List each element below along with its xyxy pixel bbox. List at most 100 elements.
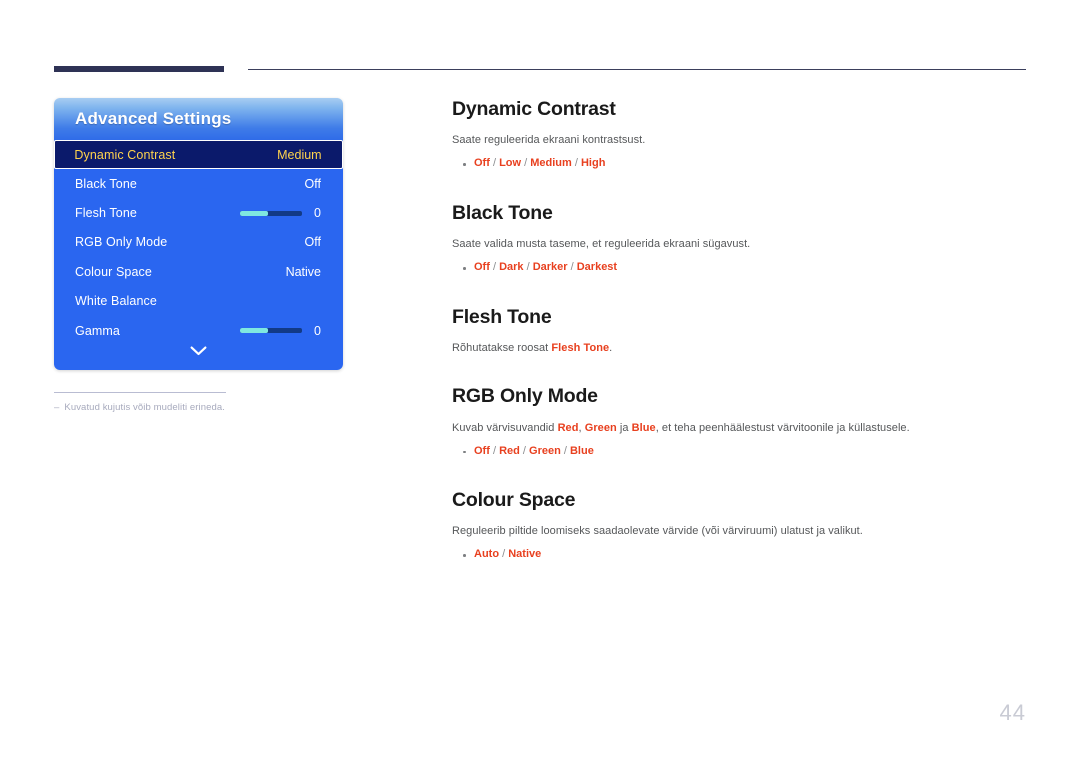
osd-row-rgb-only-mode[interactable]: RGB Only Mode Off bbox=[54, 228, 343, 257]
osd-row-control: 0 bbox=[240, 324, 321, 338]
description-text: Saate reguleerida ekraani kontrastsust. bbox=[452, 134, 646, 147]
section-description: Reguleerib piltide loomiseks saadaolevat… bbox=[452, 524, 1032, 540]
page-header-rules bbox=[0, 0, 1080, 80]
osd-row-label: White Balance bbox=[75, 294, 157, 309]
option-separator: / bbox=[519, 444, 530, 457]
osd-slider-value: 0 bbox=[314, 206, 321, 221]
option-value: Green bbox=[529, 444, 561, 457]
description-text: Reguleerib piltide loomiseks saadaolevat… bbox=[452, 525, 863, 538]
option-list-item: Off / Dark / Darker / Darkest bbox=[452, 259, 1032, 277]
option-separator: / bbox=[567, 261, 577, 274]
section-description: Rõhutatakse roosat Flesh Tone. bbox=[452, 341, 1032, 357]
footnote: – Kuvatud kujutis võib mudeliti erineda. bbox=[54, 392, 354, 413]
osd-slider-fill bbox=[240, 210, 268, 216]
section-heading: Colour Space bbox=[452, 489, 576, 512]
section-heading: Flesh Tone bbox=[452, 305, 552, 328]
option-value: Off bbox=[474, 261, 490, 274]
osd-row-control: 0 bbox=[240, 206, 321, 220]
option-value: Low bbox=[499, 157, 522, 170]
option-separator: / bbox=[560, 444, 570, 457]
footnote-label: Kuvatud kujutis võib mudeliti erineda. bbox=[64, 402, 226, 413]
osd-row-label: Gamma bbox=[75, 323, 120, 338]
footnote-divider bbox=[54, 392, 226, 393]
option-separator: / bbox=[571, 157, 581, 170]
description-text: . bbox=[609, 342, 613, 355]
osd-row-flesh-tone[interactable]: Flesh Tone 0 bbox=[54, 198, 343, 227]
osd-slider-value: 0 bbox=[314, 323, 321, 338]
section-description: Kuvab värvisuvandid Red, Green ja Blue, … bbox=[452, 421, 1032, 437]
description-highlight: Green bbox=[584, 421, 617, 434]
content-column: Dynamic Contrast Saate reguleerida ekraan… bbox=[452, 98, 1032, 564]
description-text: , et teha peenhäälestust värvitoonile ja… bbox=[655, 421, 910, 434]
option-separator: / bbox=[489, 157, 500, 170]
osd-row-value: Native bbox=[285, 264, 321, 279]
option-separator: / bbox=[523, 261, 533, 274]
footnote-dash: – bbox=[54, 402, 60, 413]
option-list-item: Auto / Native bbox=[452, 546, 1032, 564]
osd-row-value: Off bbox=[304, 235, 321, 250]
option-value: Dark bbox=[499, 261, 524, 274]
option-value: Red bbox=[499, 444, 520, 457]
option-list-item: Off / Low / Medium / High bbox=[452, 155, 1032, 173]
osd-row-gamma[interactable]: Gamma 0 bbox=[54, 316, 343, 345]
chevron-down-icon[interactable] bbox=[54, 344, 343, 360]
option-value: Off bbox=[474, 444, 490, 457]
page-number: 44 bbox=[999, 700, 1026, 725]
section-description: Saate reguleerida ekraani kontrastsust. bbox=[452, 133, 1032, 149]
option-value: Darker bbox=[532, 261, 568, 274]
description-text: Rõhutatakse roosat bbox=[452, 342, 552, 355]
option-list: Off / Red / Green / Blue bbox=[452, 443, 1032, 461]
section-heading: Dynamic Contrast bbox=[452, 98, 616, 120]
option-value: Darkest bbox=[576, 261, 618, 274]
description-highlight: Red bbox=[557, 421, 579, 434]
osd-slider[interactable] bbox=[240, 328, 302, 334]
osd-advanced-settings-panel: Advanced Settings Dynamic Contrast Medium… bbox=[54, 98, 343, 370]
section-colour-space: Colour Space Reguleerib piltide loomiseks… bbox=[452, 489, 1032, 564]
osd-menu-list: Dynamic Contrast Medium Black Tone Off Flesh… bbox=[54, 140, 343, 345]
section-dynamic-contrast: Dynamic Contrast Saate reguleerida ekraan… bbox=[452, 98, 1032, 173]
osd-row-value: Medium bbox=[277, 147, 322, 162]
option-list-item: Off / Red / Green / Blue bbox=[452, 443, 1032, 461]
header-accent-bar bbox=[54, 66, 224, 72]
section-flesh-tone: Flesh Tone Rõhutatakse roosat Flesh Tone. bbox=[452, 306, 1032, 357]
option-list: Off / Low / Medium / High bbox=[452, 155, 1032, 173]
option-separator: / bbox=[489, 444, 500, 457]
description-highlight: Blue bbox=[631, 421, 656, 434]
osd-slider[interactable] bbox=[240, 210, 302, 216]
osd-row-value: Off bbox=[304, 176, 321, 191]
osd-row-label: RGB Only Mode bbox=[75, 235, 168, 250]
description-highlight: Flesh Tone bbox=[551, 342, 610, 355]
option-value: Auto bbox=[474, 548, 500, 561]
osd-row-black-tone[interactable]: Black Tone Off bbox=[54, 169, 343, 198]
osd-slider-fill bbox=[240, 328, 268, 334]
option-separator: / bbox=[489, 261, 500, 274]
description-text: Saate valida musta taseme, et reguleerid… bbox=[452, 238, 751, 251]
osd-row-label: Dynamic Contrast bbox=[74, 147, 176, 162]
section-heading: RGB Only Mode bbox=[452, 385, 598, 408]
option-separator: / bbox=[499, 548, 509, 561]
option-value: Native bbox=[508, 548, 542, 561]
osd-panel-title: Advanced Settings bbox=[75, 109, 232, 128]
osd-row-colour-space[interactable]: Colour Space Native bbox=[54, 257, 343, 286]
osd-row-label: Black Tone bbox=[75, 176, 137, 191]
section-heading: Black Tone bbox=[452, 201, 553, 224]
osd-row-label: Colour Space bbox=[75, 264, 152, 279]
section-rgb-only-mode: RGB Only Mode Kuvab värvisuvandid Red, Gr… bbox=[452, 385, 1032, 460]
option-value: Off bbox=[474, 157, 490, 170]
footnote-row: – Kuvatud kujutis võib mudeliti erineda. bbox=[54, 402, 354, 413]
osd-row-label: Flesh Tone bbox=[75, 206, 137, 221]
osd-row-dynamic-contrast[interactable]: Dynamic Contrast Medium bbox=[54, 140, 343, 169]
option-list: Auto / Native bbox=[452, 546, 1032, 564]
osd-row-white-balance[interactable]: White Balance bbox=[54, 287, 343, 316]
description-text: Kuvab värvisuvandid bbox=[452, 421, 558, 434]
option-value: Medium bbox=[530, 157, 572, 170]
header-divider-line bbox=[248, 69, 1026, 70]
description-text: ja bbox=[616, 421, 632, 434]
section-black-tone: Black Tone Saate valida musta taseme, et … bbox=[452, 202, 1032, 277]
option-separator: / bbox=[521, 157, 531, 170]
option-list: Off / Dark / Darker / Darkest bbox=[452, 259, 1032, 277]
